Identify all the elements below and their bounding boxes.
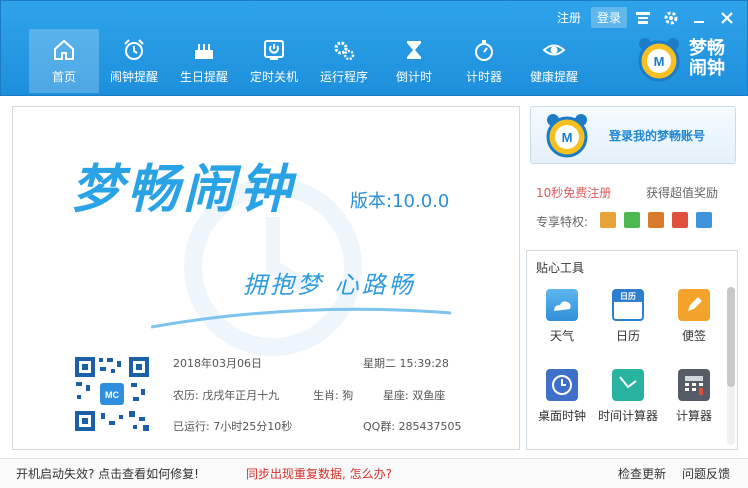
tools-title: 贴心工具	[536, 261, 585, 275]
nav-alarm[interactable]: 闹钟提醒	[99, 29, 169, 93]
nav-run-program[interactable]: 运行程序	[309, 29, 379, 93]
nav-health[interactable]: 健康提醒	[519, 29, 589, 93]
close-icon[interactable]	[715, 8, 739, 28]
tool-label: 天气	[549, 329, 574, 343]
skin-icon[interactable]	[631, 8, 655, 28]
home-icon	[54, 39, 74, 60]
calendar-badge: 日历	[614, 291, 642, 302]
time-calculator-icon	[612, 369, 644, 401]
tool-label: 时间计算器	[597, 409, 658, 423]
nav-label: 计时器	[465, 69, 502, 84]
privilege-icons	[600, 212, 712, 228]
weekday-time-text: 星期二 15:39:28	[363, 357, 449, 370]
nav-home[interactable]: 首页	[29, 29, 99, 93]
window-controls: 注册 登录	[551, 7, 739, 28]
gift-icon[interactable]	[600, 212, 616, 228]
badge-icon[interactable]	[696, 212, 712, 228]
brand-name: 梦畅闹钟	[689, 38, 725, 79]
tools-panel: 贴心工具 天气 日历 日历 便签 桌面时钟 时间计算器 计算器	[526, 250, 738, 450]
login-account-label: 登录我的梦畅账号	[609, 128, 706, 143]
desktop-clock-icon	[546, 369, 578, 401]
qr-label: MC	[105, 390, 119, 400]
present-icon[interactable]	[672, 212, 688, 228]
swoosh-decoration	[151, 307, 451, 329]
status-bar: 开机启动失效? 点击查看如何修复! 同步出现重复数据, 怎么办? 检查更新 问题…	[0, 458, 748, 488]
alarm-mascot-icon: M	[546, 114, 588, 158]
tool-note[interactable]: 便签	[661, 289, 727, 344]
tool-time-calculator[interactable]: 时间计算器	[595, 369, 661, 424]
nav-shutdown[interactable]: 定时关机	[239, 29, 309, 93]
nav-label: 倒计时	[395, 69, 432, 84]
svg-text:M: M	[562, 130, 573, 145]
gears-icon	[334, 41, 355, 60]
check-update-link[interactable]: 检查更新	[618, 465, 666, 482]
tool-label: 日历	[615, 329, 640, 343]
tool-label: 便签	[681, 329, 706, 343]
tool-calendar[interactable]: 日历 日历	[595, 289, 661, 344]
stopwatch-icon	[475, 39, 493, 61]
tool-weather[interactable]: 天气	[529, 289, 595, 344]
sync-issue-link[interactable]: 同步出现重复数据, 怎么办?	[246, 465, 392, 482]
birthday-cake-icon	[195, 43, 213, 59]
scrollbar-thumb[interactable]	[727, 287, 735, 387]
nav-label: 生日提醒	[179, 69, 228, 84]
tool-desktop-clock[interactable]: 桌面时钟	[529, 369, 595, 424]
nav-countdown[interactable]: 倒计时	[379, 29, 449, 93]
main-nav: 首页 闹钟提醒 生日提醒 定时关机 运行程序 倒计时 计时器 健康提醒	[29, 29, 589, 93]
nav-label: 闹钟提醒	[109, 69, 158, 84]
feedback-link[interactable]: 问题反馈	[682, 465, 730, 482]
qq-group-text[interactable]: QQ群: 285437505	[363, 418, 462, 434]
svg-text:M: M	[654, 54, 665, 69]
title-bar: 注册 登录 首页 闹钟提醒 生日提醒 定时关机 运行程序 倒计时 计时器 健康提…	[0, 0, 748, 96]
register-link[interactable]: 注册	[551, 7, 587, 28]
uptime-text: 已运行: 7小时25分10秒	[173, 420, 293, 433]
version-label: 版本:10.0.0	[350, 191, 450, 212]
settings-gear-icon[interactable]	[659, 8, 683, 28]
free-register-link[interactable]: 10秒免费注册	[536, 184, 611, 201]
qr-code[interactable]: MC	[73, 355, 151, 433]
app-title-art: 梦畅闹钟	[71, 159, 296, 220]
weather-icon	[546, 289, 578, 321]
slogan: 拥抱梦 心路畅	[243, 271, 416, 299]
note-pencil-icon	[678, 289, 710, 321]
power-icon	[264, 39, 284, 60]
tools-scrollbar[interactable]	[727, 287, 735, 445]
nav-timer[interactable]: 计时器	[449, 29, 519, 93]
brand-logo: M 梦畅闹钟	[635, 35, 733, 83]
nav-birthday[interactable]: 生日提醒	[169, 29, 239, 93]
nav-label: 健康提醒	[529, 69, 578, 84]
constellation-text: 星座: 双鱼座	[383, 389, 446, 402]
boot-fix-link[interactable]: 开机启动失效? 点击查看如何修复!	[16, 465, 199, 482]
calculator-icon	[678, 369, 710, 401]
tool-label: 桌面时钟	[537, 409, 586, 423]
minimize-icon[interactable]	[687, 8, 711, 28]
alarm-mascot-icon: M	[638, 38, 680, 82]
eye-icon	[542, 44, 566, 55]
zodiac-text: 生肖: 狗	[313, 389, 354, 402]
home-panel: 梦畅闹钟 版本:10.0.0 拥抱梦 心路畅 MC 2018年03月06日 星期…	[12, 106, 520, 450]
card-icon[interactable]	[648, 212, 664, 228]
login-account-button[interactable]: M 登录我的梦畅账号	[530, 106, 736, 164]
nav-label: 首页	[51, 69, 76, 84]
privilege-label: 专享特权:	[536, 215, 589, 229]
leaf-icon[interactable]	[624, 212, 640, 228]
tool-calculator[interactable]: 计算器	[661, 369, 727, 424]
nav-label: 运行程序	[319, 69, 368, 84]
lunar-date-text: 农历: 戊戌年正月十九	[173, 389, 280, 402]
nav-label: 定时关机	[249, 69, 298, 84]
alarm-clock-icon	[124, 38, 144, 60]
reward-link[interactable]: 获得超值奖励	[646, 184, 718, 201]
calendar-icon: 日历	[612, 289, 644, 321]
login-button[interactable]: 登录	[590, 7, 627, 28]
tool-label: 计算器	[675, 409, 712, 423]
hourglass-icon	[407, 40, 421, 59]
date-text: 2018年03月06日	[173, 357, 262, 370]
